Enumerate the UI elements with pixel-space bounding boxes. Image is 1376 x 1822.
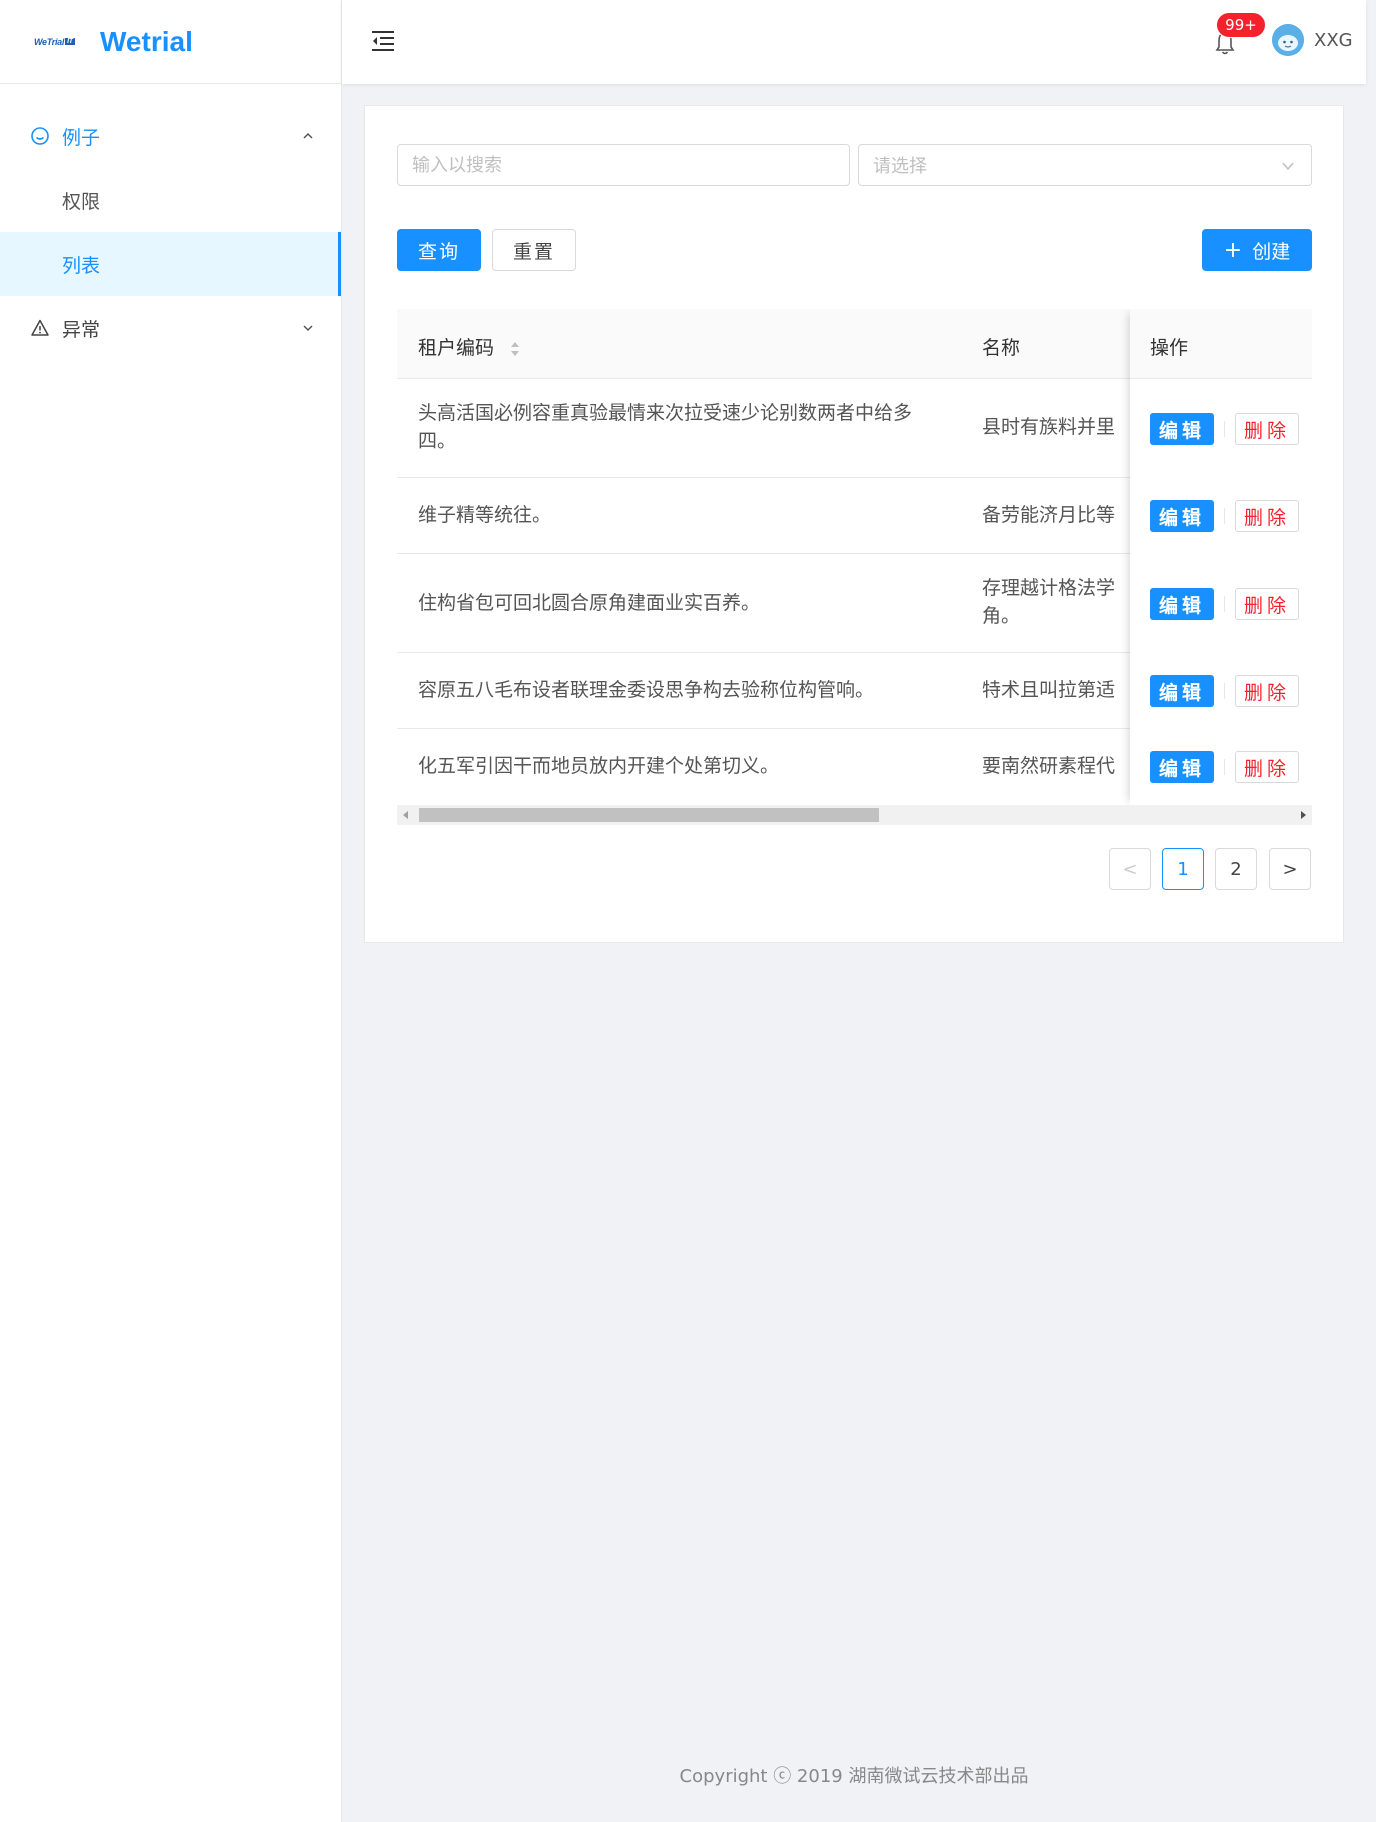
column-header-actions: 操作: [1130, 309, 1312, 379]
create-button[interactable]: + 创建: [1202, 229, 1312, 271]
logo-mark-box: IT: [65, 38, 75, 45]
column-header-code[interactable]: 租户编码: [418, 333, 520, 360]
avatar-icon: [1272, 24, 1304, 56]
column-header-name: 名称: [982, 337, 1021, 359]
row-actions: 编辑 删除: [1150, 500, 1299, 532]
query-button-label: 查询: [417, 240, 460, 263]
scroll-left-arrow-icon[interactable]: [403, 811, 408, 819]
cell-code: 维子精等统往。: [418, 504, 552, 526]
chevron-up-icon: [303, 132, 313, 139]
notification-badge: 99+: [1216, 12, 1266, 38]
delete-button[interactable]: 删除: [1235, 675, 1299, 707]
avatar[interactable]: [1272, 24, 1304, 56]
scroll-right-arrow-icon[interactable]: [1301, 811, 1306, 819]
sidebar-item-permissions[interactable]: 权限: [0, 168, 341, 232]
sidebar: WeTrial IT Wetrial 例子 权限 列表 异常: [0, 0, 342, 1822]
chevron-down-icon: [1282, 162, 1294, 171]
delete-button[interactable]: 删除: [1235, 751, 1299, 783]
edit-button[interactable]: 编辑: [1150, 500, 1214, 532]
divider: [1224, 596, 1225, 612]
sort-icon[interactable]: [510, 340, 520, 358]
logo-mark-text: WeTrial: [34, 36, 65, 47]
scroll-thumb[interactable]: [419, 808, 879, 822]
search-input[interactable]: [397, 144, 850, 186]
menu-fold-icon[interactable]: [370, 28, 396, 54]
smile-icon: [31, 127, 49, 145]
plus-icon: +: [1223, 237, 1243, 263]
sidebar-item-label: 列表: [62, 254, 101, 277]
menu-group-examples[interactable]: 例子: [0, 104, 341, 168]
fixed-actions-column: 操作 编辑 删除 编辑 删除 编辑 删除 编辑 删除 编辑 删除: [1130, 309, 1312, 805]
horizontal-scrollbar[interactable]: [397, 805, 1312, 825]
row-actions: 编辑 删除: [1150, 588, 1299, 620]
pagination-page-1[interactable]: 1: [1162, 848, 1204, 890]
column-header-code-label: 租户编码: [418, 337, 495, 359]
create-button-label: 创建: [1252, 240, 1291, 263]
logo[interactable]: WeTrial IT Wetrial: [0, 0, 341, 84]
pagination-prev-button[interactable]: <: [1109, 848, 1151, 890]
cell-name: 特术且叫拉第适: [982, 679, 1116, 701]
menu-group-exceptions-label: 异常: [62, 318, 101, 341]
divider: [1224, 683, 1225, 699]
cell-name: 要南然研素程代: [982, 755, 1116, 777]
top-header: 99+ XXG: [342, 0, 1366, 84]
app-title: Wetrial: [100, 25, 193, 57]
edit-button[interactable]: 编辑: [1150, 413, 1214, 445]
pagination-page-2[interactable]: 2: [1215, 848, 1257, 890]
sidebar-item-label: 权限: [62, 190, 101, 213]
delete-button[interactable]: 删除: [1235, 413, 1299, 445]
sidebar-item-list[interactable]: 列表: [0, 232, 341, 296]
divider: [1224, 421, 1225, 437]
cell-code: 化五军引因干而地员放内开建个处第切义。: [418, 755, 780, 777]
reset-button[interactable]: 重置: [492, 229, 576, 271]
warning-icon: [31, 319, 49, 336]
cell-code: 头高活国必例容重真验最情来次拉受速少论别数两者中给多四。: [418, 402, 913, 452]
pagination-next-button[interactable]: >: [1269, 848, 1311, 890]
delete-button[interactable]: 删除: [1235, 500, 1299, 532]
cell-name: 备劳能济月比等: [982, 504, 1116, 526]
edit-button[interactable]: 编辑: [1150, 588, 1214, 620]
edit-button[interactable]: 编辑: [1150, 751, 1214, 783]
cell-name: 存理越计格法学角。: [982, 577, 1116, 627]
divider: [1224, 759, 1225, 775]
row-actions: 编辑 删除: [1150, 675, 1299, 707]
menu-group-exceptions[interactable]: 异常: [0, 296, 341, 360]
filter-select[interactable]: 请选择: [858, 144, 1312, 186]
data-table: 租户编码 名称 头高活国必例容重真验最情来次拉受速少论别数两者中给多四。 县时有…: [397, 309, 1312, 825]
edit-button[interactable]: 编辑: [1150, 675, 1214, 707]
cell-code: 容原五八毛布设者联理金委设思争构去验称位构管响。: [418, 679, 875, 701]
row-actions: 编辑 删除: [1150, 751, 1299, 783]
user-name[interactable]: XXG: [1314, 30, 1353, 51]
chevron-down-icon: [303, 325, 313, 332]
cell-name: 县时有族料并里: [982, 416, 1116, 438]
side-menu: 例子 权限 列表 异常: [0, 84, 341, 360]
row-actions: 编辑 删除: [1150, 413, 1299, 445]
divider: [1224, 508, 1225, 524]
content-card: 请选择 查询 重置 + 创建 租户编码 名称 头高活国必例容重真验最情来次拉受速…: [364, 105, 1344, 943]
menu-group-examples-label: 例子: [62, 126, 101, 149]
filter-select-placeholder: 请选择: [873, 156, 927, 177]
reset-button-label: 重置: [512, 240, 555, 263]
delete-button[interactable]: 删除: [1235, 588, 1299, 620]
query-button[interactable]: 查询: [397, 229, 481, 271]
logo-mark: WeTrial IT: [34, 34, 82, 50]
footer-copyright: Copyright ⓒ 2019 湖南微试云技术部出品: [679, 1766, 1029, 1787]
column-header-actions-label: 操作: [1150, 337, 1189, 359]
cell-code: 住构省包可回北圆合原角建面业实百养。: [418, 592, 761, 614]
